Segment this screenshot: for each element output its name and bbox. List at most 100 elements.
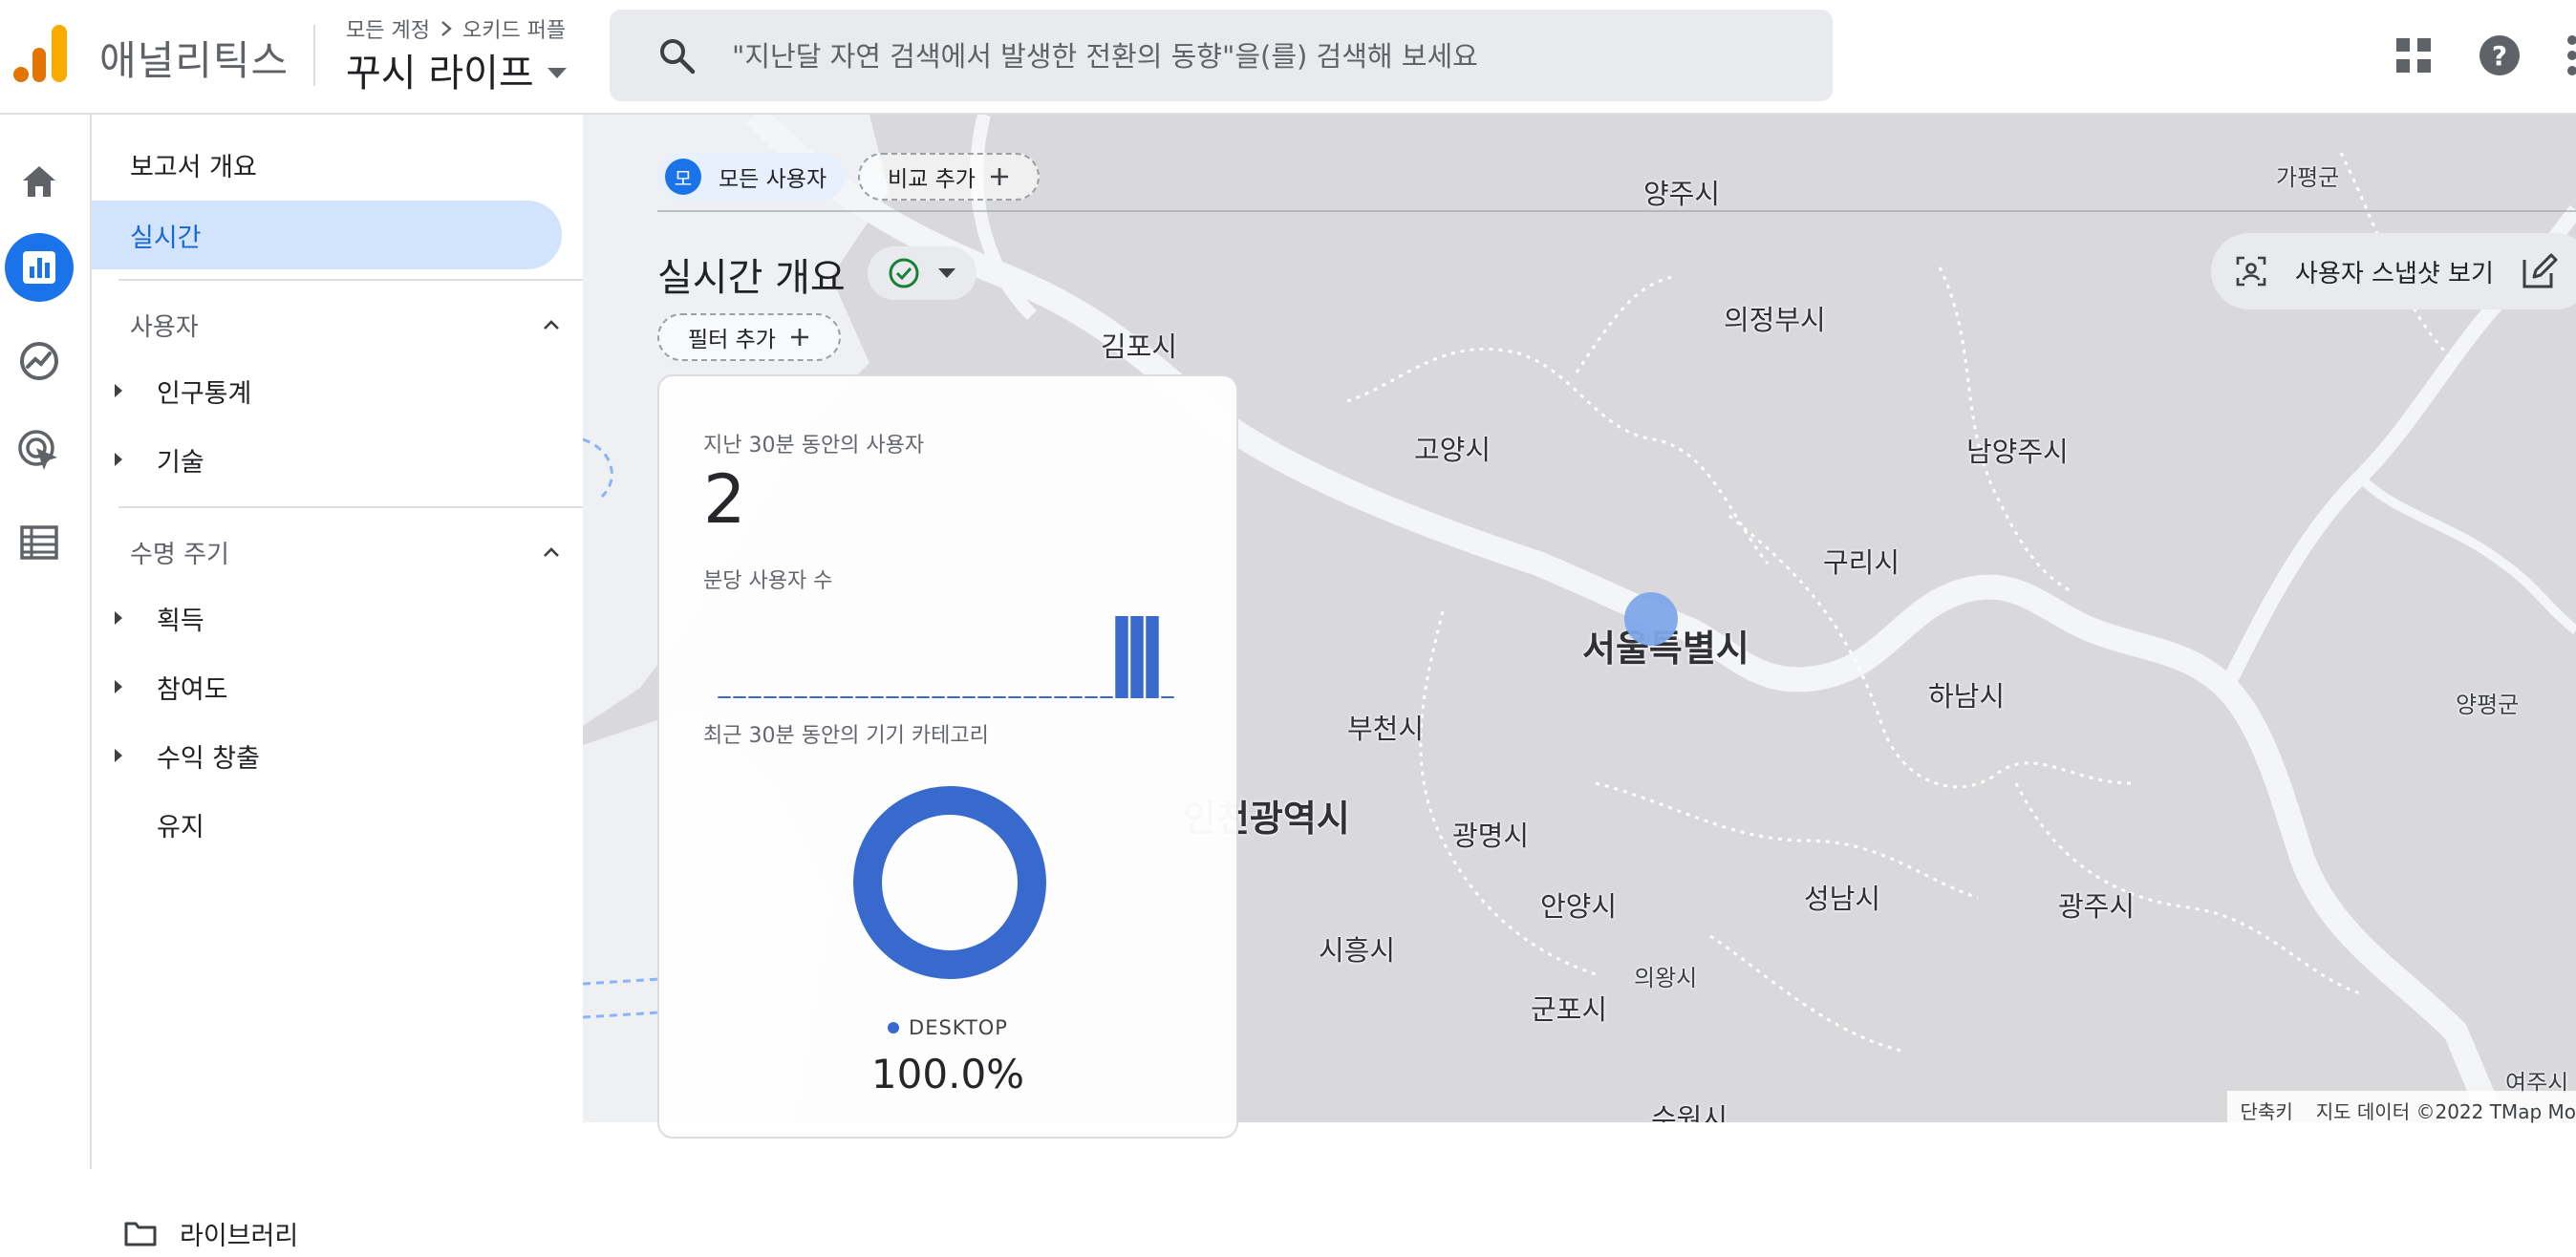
folder-icon bbox=[124, 1222, 157, 1246]
sidebar-divider bbox=[118, 506, 629, 508]
device-category-donut[interactable] bbox=[852, 785, 1047, 980]
users-per-minute-bar[interactable] bbox=[855, 696, 869, 698]
users-per-minute-bar[interactable] bbox=[1161, 696, 1174, 698]
top-header: 애널리틱스 모든 계정 오키드 퍼플 꾸시 라이프 ? bbox=[0, 0, 2576, 115]
users-per-minute-bar[interactable] bbox=[718, 696, 731, 698]
map-label-gunpo: 군포시 bbox=[1531, 993, 1608, 1026]
search-bar[interactable] bbox=[610, 10, 1833, 101]
map-shortcuts-link[interactable]: 단축키 bbox=[2241, 1097, 2293, 1124]
sidebar-divider bbox=[118, 279, 629, 281]
edit-report-icon[interactable] bbox=[2521, 252, 2559, 290]
nav-demographics[interactable]: 인구통계 bbox=[115, 361, 251, 420]
map-label-bucheon: 부천시 bbox=[1347, 713, 1425, 745]
users-per-minute-bar[interactable] bbox=[794, 696, 807, 698]
active-user-location[interactable] bbox=[1624, 592, 1678, 646]
users-per-minute-bar[interactable] bbox=[779, 696, 792, 698]
view-user-snapshot-button[interactable]: 사용자 스냅샷 보기 bbox=[2211, 233, 2576, 309]
users-per-minute-bar[interactable] bbox=[947, 696, 960, 698]
breadcrumb[interactable]: 모든 계정 오키드 퍼플 bbox=[346, 13, 566, 44]
users-per-minute-bar[interactable] bbox=[1023, 696, 1037, 698]
users-per-minute-bar[interactable] bbox=[1115, 616, 1128, 698]
users-per-minute-bar[interactable] bbox=[748, 696, 762, 698]
users-30min-label: 지난 30분 동안의 사용자 bbox=[703, 434, 925, 458]
users-per-minute-bar[interactable] bbox=[825, 696, 838, 698]
rail-reports-button[interactable] bbox=[5, 233, 74, 302]
nav-monetization[interactable]: 수익 창출 bbox=[115, 726, 260, 785]
expand-arrow-icon bbox=[115, 680, 122, 693]
users-per-minute-bar[interactable] bbox=[916, 696, 930, 698]
rail-explore-button[interactable] bbox=[5, 327, 74, 395]
rail-configure-button[interactable] bbox=[5, 508, 74, 577]
legend-dot bbox=[888, 1022, 900, 1033]
users-per-minute-bar[interactable] bbox=[1039, 696, 1052, 698]
expand-arrow-icon bbox=[115, 749, 122, 762]
users-per-minute-bar[interactable] bbox=[1130, 616, 1144, 698]
users-per-minute-bar[interactable] bbox=[1146, 616, 1159, 698]
chevron-up-icon bbox=[544, 547, 559, 557]
caret-down-icon bbox=[547, 67, 567, 78]
property-selector[interactable]: 꾸시 라이프 bbox=[346, 42, 567, 97]
users-per-minute-bar[interactable] bbox=[886, 696, 899, 698]
users-per-minute-bar[interactable] bbox=[733, 696, 746, 698]
rail-home-button[interactable] bbox=[5, 147, 74, 216]
users-per-minute-bar[interactable] bbox=[763, 696, 777, 698]
expand-arrow-icon bbox=[115, 453, 122, 466]
plus-icon bbox=[990, 168, 1008, 185]
help-icon[interactable]: ? bbox=[2479, 34, 2521, 76]
breadcrumb-account[interactable]: 모든 계정 bbox=[346, 13, 430, 44]
nav-tech[interactable]: 기술 bbox=[115, 430, 204, 489]
legend-desktop-label: DESKTOP bbox=[909, 1016, 1008, 1039]
explore-icon bbox=[20, 342, 58, 380]
segment-chip-all-users[interactable]: 모 모든 사용자 bbox=[657, 153, 845, 201]
advertising-icon bbox=[18, 430, 57, 470]
map-label-namyangju: 남양주시 bbox=[1966, 436, 2069, 468]
users-per-minute-bar[interactable] bbox=[809, 696, 823, 698]
users-per-minute-bar[interactable] bbox=[1084, 696, 1098, 698]
nav-realtime[interactable]: 실시간 bbox=[92, 201, 562, 269]
users-per-minute-chart[interactable] bbox=[717, 606, 1175, 701]
map-label-seongnam: 성남시 bbox=[1804, 883, 1881, 915]
device-donut-slice-desktop[interactable] bbox=[853, 786, 1046, 979]
map-label-yangpyeong: 양평군 bbox=[2456, 692, 2520, 718]
map-label-gwangju: 광주시 bbox=[2058, 890, 2136, 923]
search-input[interactable] bbox=[730, 31, 1804, 82]
users-per-minute-bar[interactable] bbox=[993, 696, 1006, 698]
nav-reports-overview[interactable]: 보고서 개요 bbox=[130, 130, 257, 199]
users-per-minute-bar[interactable] bbox=[977, 696, 991, 698]
nav-retention[interactable]: 유지 bbox=[115, 795, 204, 854]
users-per-minute-bar[interactable] bbox=[901, 696, 914, 698]
home-icon bbox=[23, 166, 55, 197]
add-filter-label: 필터 추가 bbox=[688, 328, 776, 352]
users-per-minute-bar[interactable] bbox=[870, 696, 884, 698]
rail-advertising-button[interactable] bbox=[5, 416, 74, 485]
apps-grid-icon[interactable] bbox=[2396, 38, 2431, 73]
map-label-siheung: 시흥시 bbox=[1319, 934, 1396, 967]
svg-text:?: ? bbox=[2492, 40, 2507, 72]
users-per-minute-bar[interactable] bbox=[1100, 696, 1113, 698]
check-circle-icon bbox=[889, 258, 919, 288]
report-sidebar: 보고서 개요 실시간 사용자 인구통계 기술 수명 주기 획득 참여도 수익 창… bbox=[92, 115, 629, 1251]
nav-engagement[interactable]: 참여도 bbox=[115, 657, 228, 716]
expand-arrow-icon bbox=[115, 384, 122, 397]
map-attribution: 단축키 지도 데이터 ©2022 TMap Mo bbox=[2226, 1091, 2576, 1129]
data-status-dropdown[interactable] bbox=[868, 246, 977, 300]
users-per-minute-bar[interactable] bbox=[840, 696, 853, 698]
map-label-yangju: 양주시 bbox=[1643, 178, 1721, 210]
analytics-logo-icon[interactable] bbox=[11, 25, 69, 84]
breadcrumb-property[interactable]: 오키드 퍼플 bbox=[462, 13, 566, 44]
add-filter-button[interactable]: 필터 추가 bbox=[657, 313, 841, 361]
users-per-minute-bar[interactable] bbox=[1008, 696, 1021, 698]
add-comparison-button[interactable]: 비교 추가 bbox=[858, 153, 1040, 201]
more-vert-icon[interactable] bbox=[2565, 34, 2576, 76]
users-per-minute-bar[interactable] bbox=[1054, 696, 1067, 698]
users-per-minute-bar[interactable] bbox=[962, 696, 976, 698]
nav-acquisition[interactable]: 획득 bbox=[115, 588, 204, 648]
map-label-guri: 구리시 bbox=[1823, 546, 1900, 579]
users-per-minute-bar[interactable] bbox=[932, 696, 945, 698]
nav-library[interactable]: 라이브러리 bbox=[124, 1209, 298, 1257]
section-lifecycle[interactable]: 수명 주기 bbox=[130, 523, 560, 581]
users-per-minute-bar[interactable] bbox=[1069, 696, 1083, 698]
section-user[interactable]: 사용자 bbox=[130, 296, 560, 353]
chevron-right-icon bbox=[441, 21, 452, 36]
view-user-snapshot-label: 사용자 스냅샷 보기 bbox=[2295, 259, 2494, 288]
